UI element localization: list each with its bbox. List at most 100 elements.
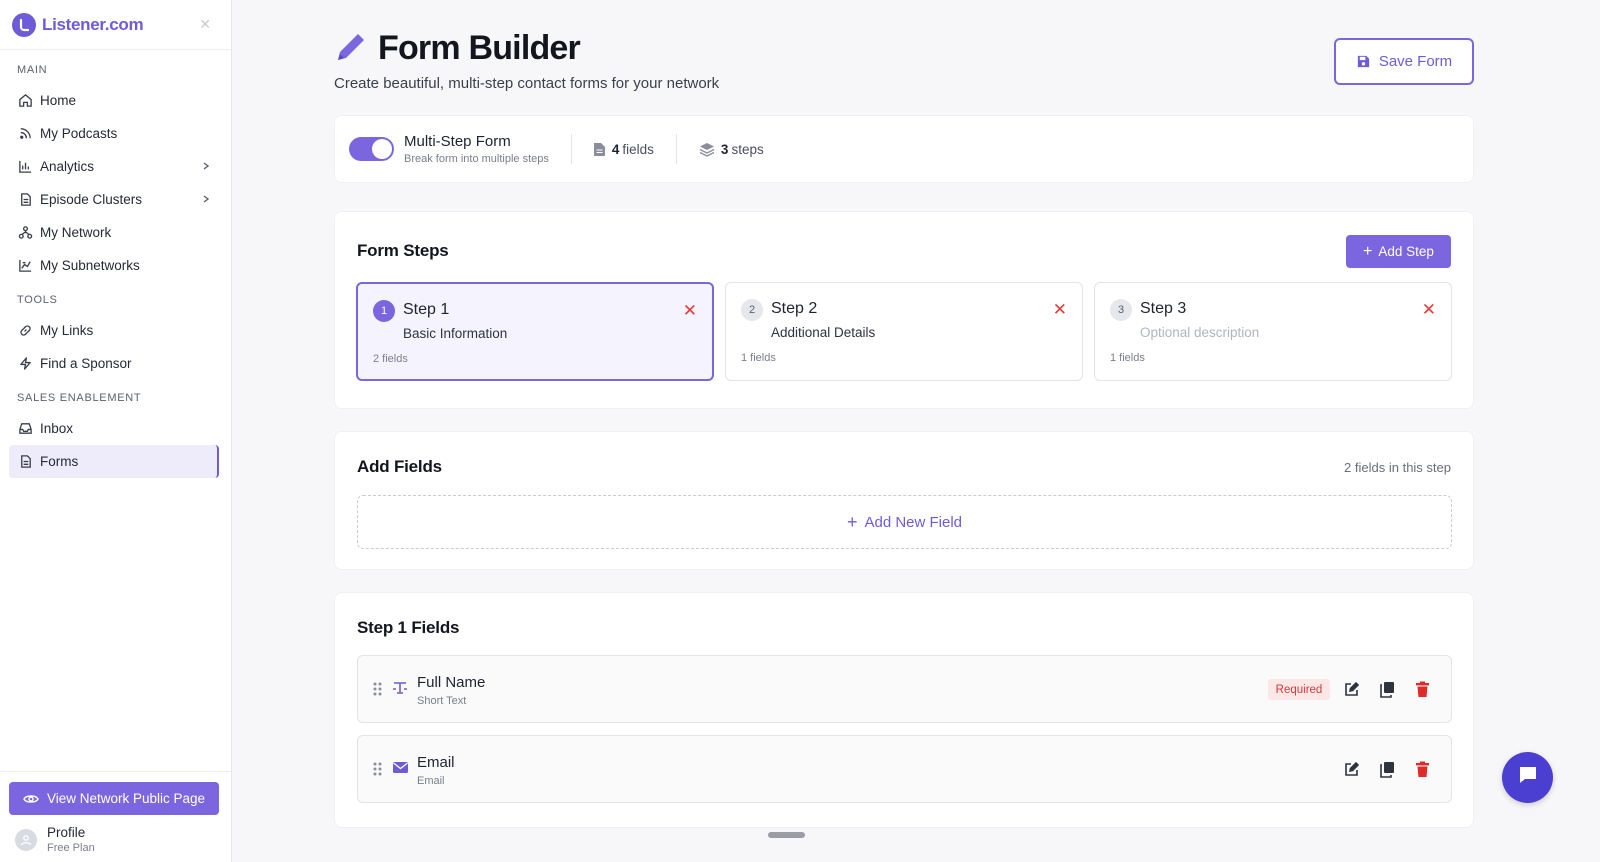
chat-launcher-button[interactable]: [1502, 752, 1553, 803]
subnetwork-icon: [17, 258, 33, 274]
sidebar-item-label: Find a Sponsor: [40, 356, 132, 371]
step-card-2[interactable]: 2 Step 2 Additional Details 1 fields ✕: [725, 282, 1083, 381]
sidebar-item-episode-clusters[interactable]: Episode Clusters: [9, 183, 219, 216]
edit-icon[interactable]: [1343, 681, 1360, 698]
chevron-right-icon: [201, 192, 211, 207]
field-row[interactable]: Email Email: [357, 735, 1452, 803]
network-icon: [17, 225, 33, 241]
plus-icon: +: [1363, 242, 1373, 260]
required-badge: Required: [1268, 679, 1330, 700]
drag-handle-icon[interactable]: [373, 762, 382, 781]
step-field-count: 1 fields: [741, 352, 776, 364]
plus-icon: +: [846, 511, 858, 532]
sidebar-item-inbox[interactable]: Inbox: [9, 412, 219, 445]
add-fields-panel: Add Fields 2 fields in this step + Add N…: [334, 431, 1474, 570]
envelope-icon: [392, 760, 409, 780]
sidebar-item-label: My Network: [40, 225, 112, 240]
step-field-count: 1 fields: [1110, 352, 1145, 364]
sidebar-item-label: Analytics: [40, 159, 95, 174]
sidebar-item-my-links[interactable]: My Links: [9, 314, 219, 347]
add-new-field-button[interactable]: + Add New Field: [357, 495, 1452, 549]
eye-icon: [23, 791, 39, 807]
field-row[interactable]: Full Name Short Text Required: [357, 655, 1452, 723]
delete-step-icon[interactable]: ✕: [683, 302, 697, 319]
pencil-icon: [334, 30, 368, 69]
multi-step-title: Multi-Step Form: [404, 133, 511, 150]
profile-menu[interactable]: Profile Free Plan: [0, 815, 231, 862]
sidebar: Listener.com ✕ MAIN Home My Podcasts Ana…: [0, 0, 232, 862]
sidebar-item-label: My Links: [40, 323, 94, 338]
save-icon: [1356, 54, 1371, 69]
step-name: Step 2: [771, 300, 818, 317]
sidebar-item-label: My Subnetworks: [40, 258, 140, 273]
sidebar-item-label: Home: [40, 93, 77, 108]
step-field-count: 2 fields in this step: [1344, 460, 1451, 475]
home-icon: [17, 93, 33, 109]
sidebar-item-find-a-sponsor[interactable]: Find a Sponsor: [9, 347, 219, 380]
toggle-knob: [372, 139, 392, 159]
form-steps-title: Form Steps: [357, 241, 449, 260]
sidebar-item-analytics[interactable]: Analytics: [9, 150, 219, 183]
duplicate-icon[interactable]: [1379, 761, 1395, 778]
inbox-icon: [17, 421, 33, 437]
bar-chart-icon: [17, 159, 33, 175]
step-card-3[interactable]: 3 Step 3 Optional description 1 fields ✕: [1094, 282, 1452, 381]
multi-step-toggle[interactable]: [349, 137, 394, 161]
brand: Listener.com ✕: [0, 0, 231, 50]
chat-bubble-icon: [1517, 764, 1539, 791]
layers-icon: [699, 142, 715, 157]
scroll-handle[interactable]: [768, 832, 805, 838]
divider: [570, 134, 572, 164]
field-name: Full Name: [417, 674, 486, 691]
profile-plan: Free Plan: [47, 842, 95, 854]
drag-handle-icon[interactable]: [373, 682, 382, 701]
trash-icon[interactable]: [1415, 761, 1430, 778]
step-number: 1: [373, 300, 395, 322]
duplicate-icon[interactable]: [1379, 681, 1395, 698]
sidebar-item-home[interactable]: Home: [9, 84, 219, 117]
page-title: Form Builder: [378, 29, 581, 67]
sidebar-item-my-subnetworks[interactable]: My Subnetworks: [9, 249, 219, 282]
add-fields-title: Add Fields: [357, 457, 442, 476]
chevron-right-icon: [201, 159, 211, 174]
step-description: Basic Information: [403, 326, 508, 341]
listener-logo-icon[interactable]: [12, 12, 36, 37]
step-description: Optional description: [1140, 325, 1260, 340]
step-fields-title: Step 1 Fields: [357, 618, 460, 637]
close-icon[interactable]: ✕: [199, 16, 211, 33]
trash-icon[interactable]: [1415, 681, 1430, 698]
add-step-button[interactable]: + Add Step: [1346, 235, 1451, 268]
document-icon: [17, 192, 33, 208]
brand-name[interactable]: Listener.com: [42, 15, 144, 35]
delete-step-icon[interactable]: ✕: [1422, 301, 1436, 318]
delete-step-icon[interactable]: ✕: [1053, 301, 1067, 318]
sidebar-item-label: Inbox: [40, 421, 74, 436]
sidebar-item-my-podcasts[interactable]: My Podcasts: [9, 117, 219, 150]
sidebar-item-label: My Podcasts: [40, 126, 118, 141]
step-field-count: 2 fields: [373, 353, 408, 365]
step-card-1[interactable]: 1 Step 1 Basic Information 2 fields ✕: [356, 282, 714, 381]
save-form-label: Save Form: [1378, 53, 1453, 70]
view-network-public-page-button[interactable]: View Network Public Page: [9, 782, 219, 815]
form-icon: [17, 454, 33, 470]
sidebar-item-forms[interactable]: Forms: [9, 445, 219, 478]
steps-label: steps: [731, 141, 764, 157]
save-form-button[interactable]: Save Form: [1334, 38, 1474, 85]
step-number: 3: [1110, 299, 1132, 321]
steps-stat: 3 steps: [699, 142, 764, 157]
form-settings-bar: Multi-Step Form Break form into multiple…: [334, 115, 1474, 183]
sidebar-item-label: Episode Clusters: [40, 192, 143, 207]
text-cursor-icon: [392, 680, 408, 701]
step-number: 2: [741, 299, 763, 321]
field-type: Short Text: [417, 695, 467, 707]
multi-step-subtitle: Break form into multiple steps: [404, 153, 549, 165]
edit-icon[interactable]: [1343, 761, 1360, 778]
sidebar-item-my-network[interactable]: My Network: [9, 216, 219, 249]
fields-count: 4: [611, 141, 620, 157]
form-steps-panel: Form Steps + Add Step 1 Step 1 Basic Inf…: [334, 211, 1474, 409]
fields-label: fields: [622, 141, 654, 157]
step-name: Step 3: [1140, 300, 1187, 317]
link-icon: [17, 323, 33, 339]
sidebar-footer: View Network Public Page Profile Free Pl…: [0, 771, 231, 862]
step-fields-panel: Step 1 Fields Full Name Short Text Requi…: [334, 592, 1474, 828]
